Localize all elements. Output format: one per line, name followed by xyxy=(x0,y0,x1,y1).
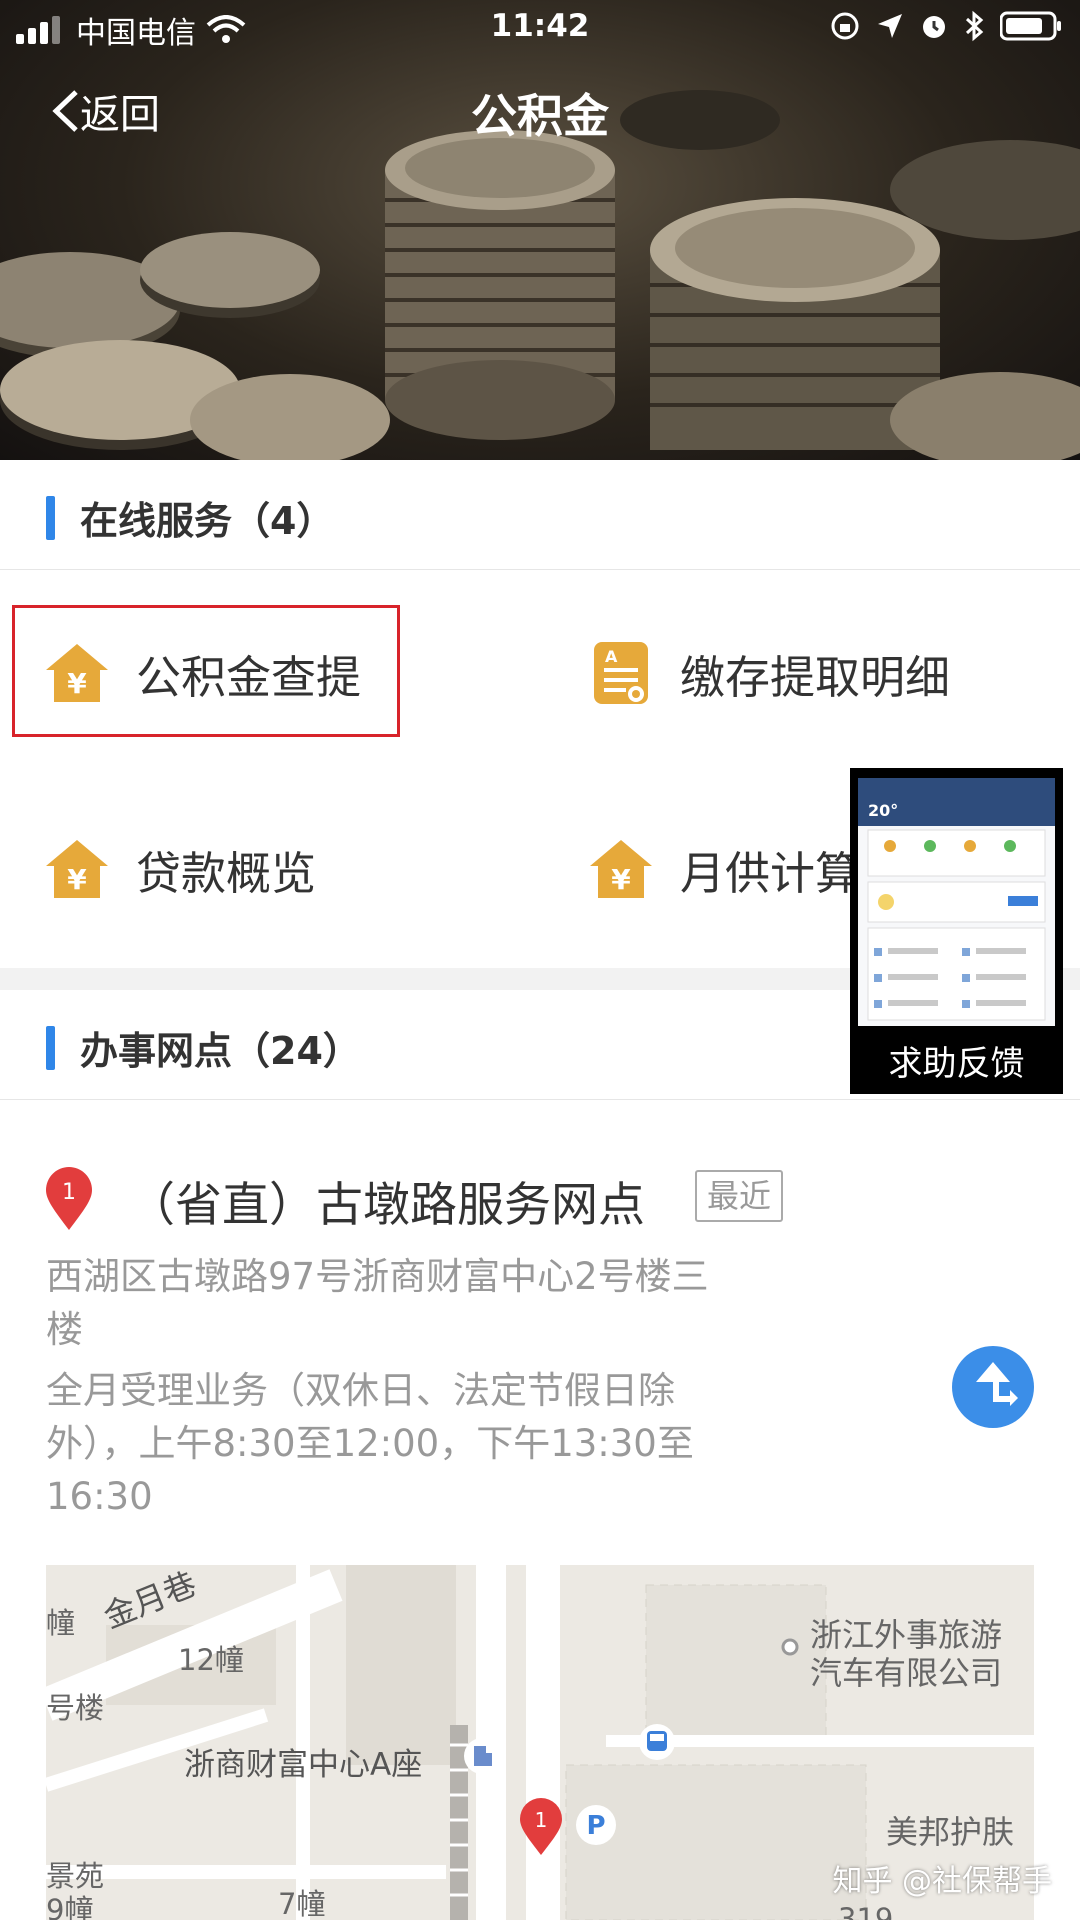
rotation-lock-icon xyxy=(831,12,859,40)
map-pin-number: 1 xyxy=(535,1808,548,1832)
map-pin-icon: 1 xyxy=(46,1167,92,1230)
map-pin-icon[interactable]: 1 xyxy=(518,1797,564,1857)
map-label: 7幢 xyxy=(278,1887,326,1920)
help-feedback-button[interactable]: 20° 求助反馈 xyxy=(850,768,1063,1094)
service-deposit-withdraw-details[interactable]: A 缴存提取明细 xyxy=(588,618,950,728)
bluetooth-icon xyxy=(965,10,984,42)
watermark: 知乎 @社保帮手 xyxy=(832,1864,1052,1899)
service-label: 贷款概览 xyxy=(136,846,317,900)
service-label: 缴存提取明细 xyxy=(680,650,951,704)
thumbnail-image: 20° xyxy=(858,778,1055,1021)
location-icon xyxy=(878,14,902,38)
branches-title: 办事网点（24） xyxy=(80,1029,361,1073)
status-bar: 中国电信 11:42 xyxy=(0,0,1080,54)
branch-address: 西湖区古墩路97号浙商财富中心2号楼三 楼 xyxy=(46,1250,766,1356)
parking-letter: P xyxy=(586,1811,605,1841)
svg-text:A: A xyxy=(605,647,618,666)
document-list-icon: A xyxy=(594,642,648,704)
building-icon xyxy=(464,1738,500,1774)
svg-text:¥: ¥ xyxy=(67,863,87,896)
route-arrow-icon xyxy=(976,1362,1018,1406)
branch-name[interactable]: （省直）古墩路服务网点 xyxy=(128,1166,645,1235)
service-monthly-payment-calc[interactable]: ¥ 月供计算 xyxy=(588,814,860,924)
alarm-icon xyxy=(923,16,945,38)
service-label: 月供计算 xyxy=(680,846,861,900)
svg-text:¥: ¥ xyxy=(67,667,87,700)
hours-line: 全月受理业务（双休日、法定节假日除 xyxy=(46,1369,675,1412)
map-label: 号楼 xyxy=(46,1691,105,1725)
section-accent-bar xyxy=(46,496,55,540)
map-label: 浙商财富中心A座 xyxy=(184,1747,423,1783)
map-label: 12幢 xyxy=(178,1643,244,1677)
battery-icon xyxy=(1000,11,1061,41)
service-provident-fund-query[interactable]: ¥ 公积金查提 xyxy=(44,618,361,728)
pin-number: 1 xyxy=(62,1180,76,1205)
svg-text:¥: ¥ xyxy=(611,863,631,896)
nearest-badge: 最近 xyxy=(695,1170,784,1222)
page-title: 公积金 xyxy=(471,89,609,143)
coins-background-image xyxy=(0,90,1080,460)
house-yuan-icon: ¥ xyxy=(46,840,108,898)
service-label: 公积金查提 xyxy=(136,650,362,704)
navigate-button[interactable] xyxy=(952,1346,1034,1428)
parking-icon: P xyxy=(576,1805,616,1845)
bus-stop-icon xyxy=(639,1724,675,1760)
section-accent-bar xyxy=(46,1026,55,1070)
address-line: 西湖区古墩路97号浙商财富中心2号楼三 xyxy=(46,1255,709,1298)
map-label: 319 xyxy=(838,1902,894,1920)
address-line: 楼 xyxy=(46,1308,83,1351)
house-yuan-icon: ¥ xyxy=(46,644,108,702)
hours-line: 外），上午8:30至12:00，下午13:30至 xyxy=(46,1422,694,1465)
house-yuan-icon: ¥ xyxy=(590,840,652,898)
header-banner: 中国电信 11:42 返回 公积金 xyxy=(0,0,1080,460)
thumb-temp: 20° xyxy=(868,801,898,820)
hours-line: 16:30 xyxy=(46,1475,153,1518)
help-screenshot-thumbnail: 20° xyxy=(858,778,1055,1026)
online-services-header: 在线服务（4） xyxy=(0,460,1080,570)
online-services-title: 在线服务（4） xyxy=(80,499,335,543)
help-feedback-label: 求助反馈 xyxy=(888,1044,1025,1084)
service-loan-overview[interactable]: ¥ 贷款概览 xyxy=(44,814,316,924)
map-label: 9幢 xyxy=(46,1893,94,1920)
branch-hours: 全月受理业务（双休日、法定节假日除 外），上午8:30至12:00，下午13:3… xyxy=(46,1364,766,1523)
map-label: 汽车有限公司 xyxy=(810,1654,1003,1692)
map-label: 幢 xyxy=(46,1606,76,1640)
map-label: 美邦护肤 xyxy=(886,1813,1015,1851)
